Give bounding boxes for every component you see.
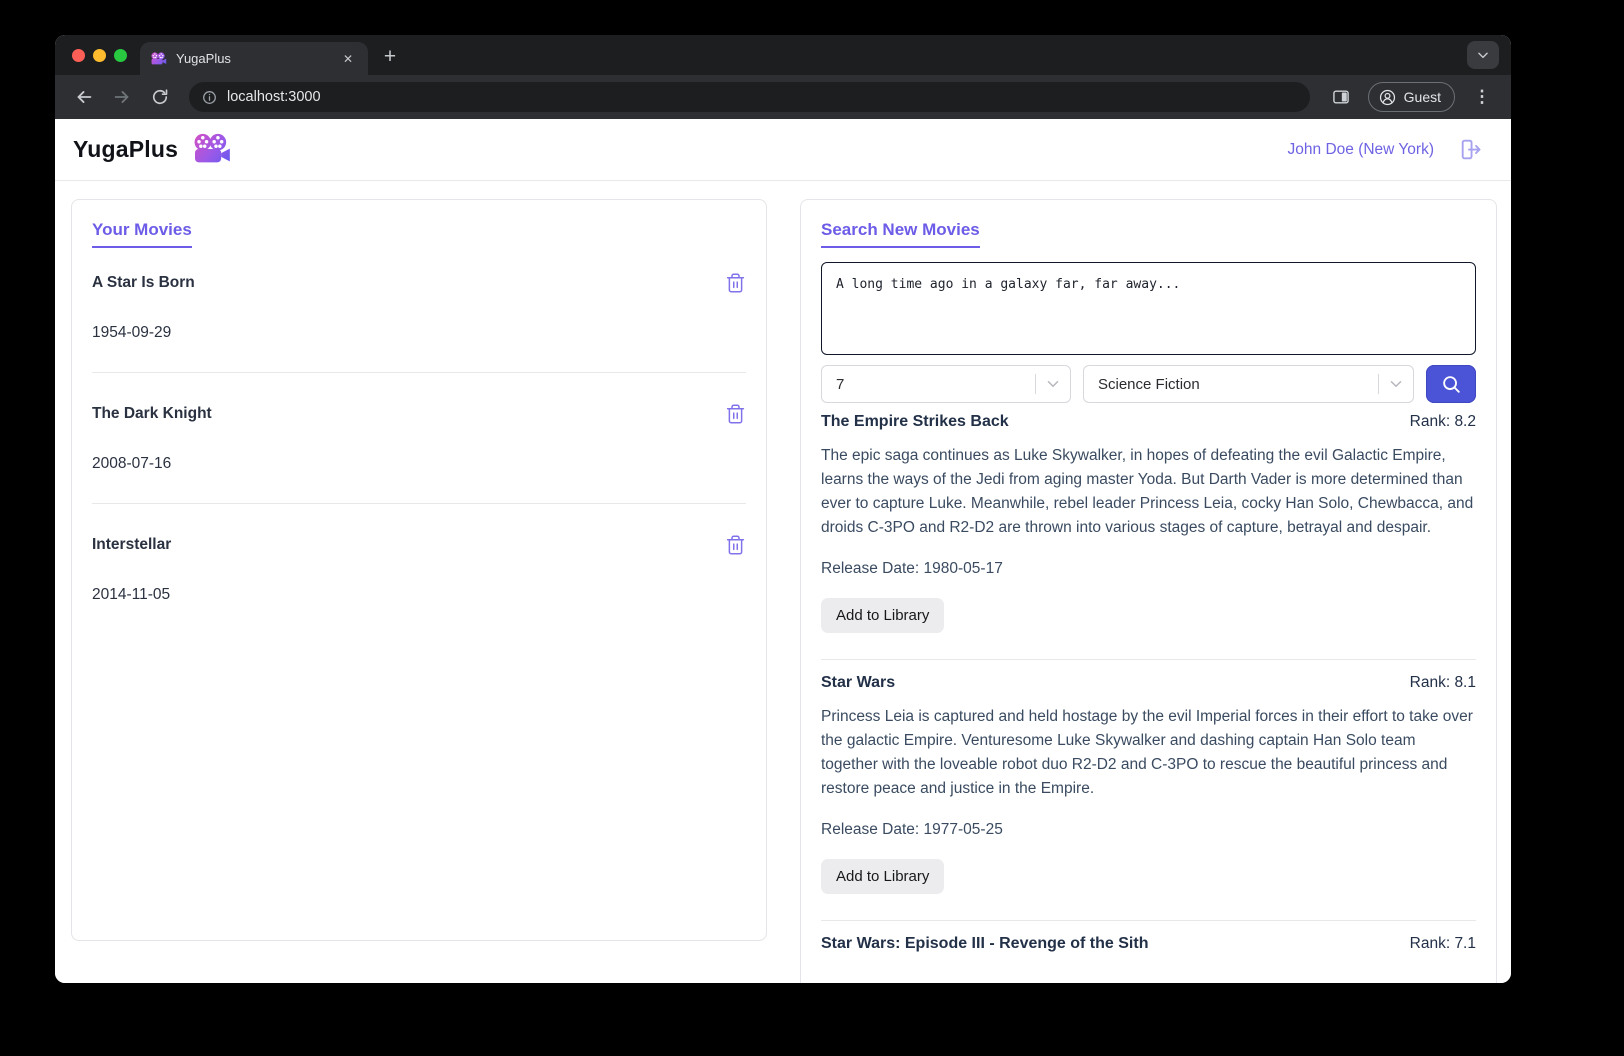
logout-icon	[1461, 139, 1481, 160]
tab-title: YugaPlus	[176, 51, 231, 66]
rank-filter-select[interactable]: 7	[821, 365, 1071, 403]
add-to-library-button[interactable]: Add to Library	[821, 859, 945, 894]
yugaplus-app: YugaPlus John Doe (New York) Your Movies…	[55, 119, 1511, 983]
result-title-row: The Empire Strikes Back Rank: 8.2	[821, 413, 1476, 431]
add-to-library-button[interactable]: Add to Library	[821, 598, 945, 633]
chevron-down-icon	[1379, 375, 1413, 393]
result-description: The epic saga continues as Luke Skywalke…	[821, 447, 1474, 536]
forward-button[interactable]	[105, 80, 139, 114]
result-title: Star Wars	[821, 674, 896, 691]
url-text: localhost:3000	[227, 89, 321, 105]
result-release-date: Release Date: 1980-05-17	[821, 560, 1003, 577]
kebab-menu-icon: ⋮	[1473, 87, 1491, 106]
search-icon	[1443, 376, 1460, 393]
back-button[interactable]	[67, 80, 101, 114]
tab-favicon-movie-camera-icon	[150, 51, 167, 66]
result-release-date: Release Date: 1977-05-25	[821, 821, 1003, 838]
traffic-lights	[72, 49, 127, 62]
reload-button[interactable]	[143, 80, 177, 114]
app-title: YugaPlus	[73, 136, 179, 162]
category-select[interactable]: Science Fiction	[1083, 365, 1414, 403]
movie-row: Interstellar	[92, 534, 746, 556]
user-box: John Doe (New York)	[1288, 137, 1483, 162]
profile-label: Guest	[1403, 89, 1441, 105]
zoom-window-button[interactable]	[114, 49, 127, 62]
side-panel-icon	[1332, 90, 1349, 104]
result-rank: Rank: 7.1	[1409, 935, 1476, 952]
reload-icon	[152, 89, 168, 105]
your-movies-panel: Your Movies A Star Is Born 1954-09-29 Th…	[71, 199, 767, 941]
browser-window: YugaPlus ✕ + localhost:3000 Guest ⋮ Yuga…	[55, 35, 1511, 983]
close-window-button[interactable]	[72, 49, 85, 62]
movie-title: A Star Is Born	[92, 274, 195, 291]
search-controls: 7 Science Fiction	[821, 365, 1476, 403]
search-result: Star Wars Rank: 8.1 Princess Leia is cap…	[821, 674, 1476, 894]
back-arrow-icon	[77, 91, 92, 103]
result-title-row: Star Wars: Episode III - Revenge of the …	[821, 935, 1476, 953]
movie-row: A Star Is Born	[92, 272, 746, 294]
main-content: Your Movies A Star Is Born 1954-09-29 Th…	[55, 181, 1511, 983]
movie-camera-logo-icon	[191, 133, 232, 166]
logout-button[interactable]	[1458, 137, 1483, 162]
movie-release-date: 1954-09-29	[92, 324, 172, 341]
movie-release-date: 2014-11-05	[92, 586, 171, 603]
result-title: The Empire Strikes Back	[821, 413, 1009, 430]
search-new-movies-title: Search New Movies	[821, 220, 980, 248]
result-rank: Rank: 8.1	[1409, 674, 1476, 691]
movie-row: The Dark Knight	[92, 403, 746, 425]
chevron-down-icon	[1036, 375, 1070, 393]
minimize-window-button[interactable]	[93, 49, 106, 62]
tab-search-button[interactable]	[1467, 41, 1499, 69]
delete-movie-button[interactable]	[725, 534, 746, 556]
result-title-row: Star Wars Rank: 8.1	[821, 674, 1476, 692]
search-button[interactable]	[1426, 365, 1476, 403]
site-info-icon[interactable]	[201, 89, 218, 106]
result-rank: Rank: 8.2	[1409, 413, 1476, 430]
rank-filter-value: 7	[836, 375, 845, 393]
app-header: YugaPlus John Doe (New York)	[55, 119, 1511, 181]
movie-title: The Dark Knight	[92, 405, 212, 422]
browser-tab[interactable]: YugaPlus ✕	[140, 42, 368, 75]
delete-movie-button[interactable]	[725, 272, 746, 294]
new-tab-button[interactable]: +	[377, 44, 403, 70]
user-name-link[interactable]: John Doe (New York)	[1288, 141, 1434, 159]
close-tab-icon[interactable]: ✕	[338, 49, 358, 69]
person-icon	[1379, 89, 1395, 105]
result-title: Star Wars: Episode III - Revenge of the …	[821, 935, 1149, 952]
trash-icon	[726, 404, 745, 424]
address-bar[interactable]: localhost:3000	[189, 82, 1310, 112]
browser-menu-button[interactable]: ⋮	[1465, 80, 1499, 114]
forward-arrow-icon	[114, 91, 129, 103]
search-new-movies-panel: Search New Movies A long time ago in a g…	[800, 199, 1497, 983]
search-result: The Empire Strikes Back Rank: 8.2 The ep…	[821, 413, 1476, 633]
divider	[821, 920, 1476, 921]
movie-title: Interstellar	[92, 536, 172, 553]
search-query-textarea[interactable]: A long time ago in a galaxy far, far awa…	[821, 262, 1476, 355]
movie-release-date: 2008-07-16	[92, 455, 172, 472]
browser-toolbar: localhost:3000 Guest ⋮	[55, 75, 1511, 119]
divider	[821, 659, 1476, 660]
chevron-down-icon	[1476, 48, 1490, 62]
tab-strip: YugaPlus ✕ +	[55, 35, 1511, 75]
search-result: Star Wars: Episode III - Revenge of the …	[821, 935, 1476, 953]
your-movies-title: Your Movies	[92, 220, 192, 248]
side-panel-button[interactable]	[1324, 80, 1358, 114]
category-value: Science Fiction	[1098, 375, 1200, 393]
delete-movie-button[interactable]	[725, 403, 746, 425]
result-description: Princess Leia is captured and held hosta…	[821, 708, 1473, 797]
profile-button[interactable]: Guest	[1367, 82, 1455, 112]
trash-icon	[726, 273, 745, 293]
trash-icon	[726, 535, 745, 555]
brand: YugaPlus	[73, 133, 232, 166]
divider	[92, 372, 746, 373]
divider	[92, 503, 746, 504]
